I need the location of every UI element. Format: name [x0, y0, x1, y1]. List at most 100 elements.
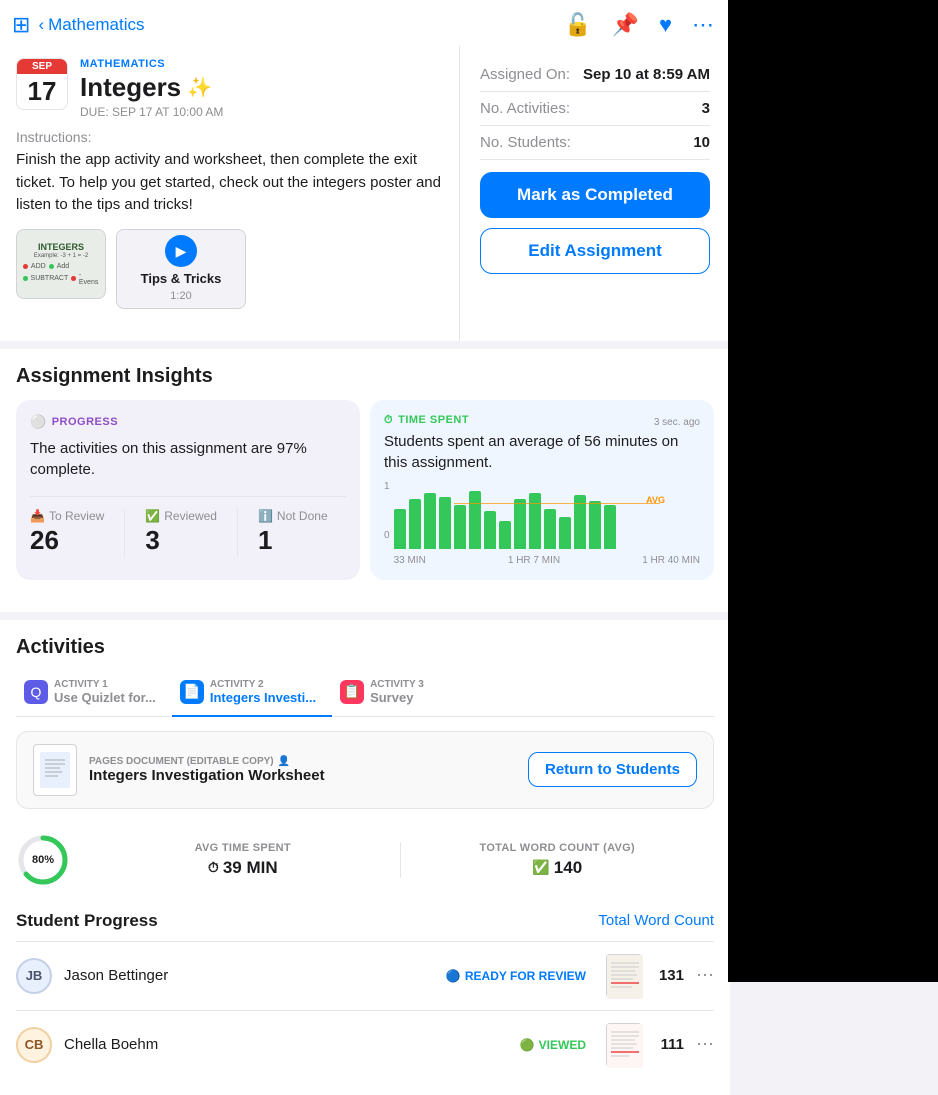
assignment-title: Integers ✨ — [80, 72, 443, 103]
more-icon[interactable]: ⋯ — [692, 12, 714, 38]
x-label-2: 1 HR 40 MIN — [642, 555, 700, 566]
bar — [409, 499, 421, 549]
doc-type: PAGES DOCUMENT (EDITABLE COPY) 👤 — [89, 756, 325, 767]
student-word-count-cb: 111 — [654, 1036, 684, 1053]
bar — [424, 493, 436, 549]
cal-day: 17 — [17, 74, 67, 109]
check-circle-icon: ✅ — [532, 859, 549, 876]
doc-name: Integers Investigation Worksheet — [89, 767, 325, 784]
tab-3-main: Survey — [370, 690, 424, 705]
edit-assignment-button[interactable]: Edit Assignment — [480, 228, 710, 274]
not-done-value: 1 — [258, 525, 328, 556]
info-icon: ℹ️ — [258, 509, 273, 523]
doc-meta: PAGES DOCUMENT (EDITABLE COPY) 👤 Integer… — [89, 756, 325, 784]
status-dot-jb: 🔵 — [446, 969, 461, 983]
back-chevron-icon: ‹ — [38, 15, 44, 35]
assignment-title-block: Mathematics Integers ✨ DUE: SEP 17 AT 10… — [80, 58, 443, 119]
mark-completed-button[interactable]: Mark as Completed — [480, 172, 710, 218]
bar — [454, 505, 466, 549]
chart-area: AVG — [394, 481, 700, 566]
avg-time-value: ⏱ 39 MIN — [102, 858, 384, 878]
word-count-value: ✅ 140 — [417, 858, 699, 878]
student-row-cb: CB Chella Boehm 🟢 VIEWED — [16, 1010, 714, 1079]
y-max: 1 — [384, 481, 390, 492]
attachments: INTEGERS Example: -3 + 1 = -2 ADD Add — [16, 229, 443, 309]
word-count-metric: TOTAL WORD COUNT (AVG) ✅ 140 — [400, 842, 715, 878]
return-to-students-button[interactable]: Return to Students — [528, 752, 697, 787]
student-more-jb[interactable]: ⋯ — [696, 965, 714, 986]
back-button[interactable]: ‹ Mathematics — [38, 15, 144, 35]
instructions-text: Finish the app activity and worksheet, t… — [16, 149, 443, 217]
activity-tab-3[interactable]: 📋 ACTIVITY 3 Survey — [332, 671, 440, 717]
bar — [394, 509, 406, 549]
stat-divider-2 — [237, 509, 238, 556]
poster-title: INTEGERS — [38, 242, 84, 252]
progress-card: ⚪ PROGRESS The activities on this assign… — [16, 400, 360, 580]
instructions-label: Instructions: — [16, 129, 443, 145]
bar — [514, 499, 526, 549]
student-word-count-jb: 131 — [654, 967, 684, 984]
video-duration: 1:20 — [170, 290, 191, 302]
status-badge-cb: 🟢 VIEWED — [512, 1035, 594, 1055]
tab-3-labels: ACTIVITY 3 Survey — [370, 679, 424, 705]
assigned-on-value: Sep 10 at 8:59 AM — [583, 66, 710, 83]
bar-chart: AVG — [394, 493, 700, 553]
lock-icon[interactable]: 🔓 — [564, 12, 591, 38]
student-avatar-cb: CB — [16, 1027, 52, 1063]
integers-poster[interactable]: INTEGERS Example: -3 + 1 = -2 ADD Add — [16, 229, 106, 299]
cal-month: SEP — [17, 59, 67, 74]
bar — [439, 497, 451, 549]
check-icon: ✅ — [145, 509, 160, 523]
word-count-label: TOTAL WORD COUNT (AVG) — [417, 842, 699, 854]
y-min: 0 — [384, 530, 390, 541]
activities-row: No. Activities: 3 — [480, 92, 710, 126]
tab-3-icon: 📋 — [340, 680, 364, 704]
pin-icon[interactable]: 📌 — [612, 12, 639, 38]
student-progress-title: Student Progress — [16, 911, 158, 931]
activity-tab-1[interactable]: Q ACTIVITY 1 Use Quizlet for... — [16, 671, 172, 717]
document-card: PAGES DOCUMENT (EDITABLE COPY) 👤 Integer… — [16, 731, 714, 809]
bar — [499, 521, 511, 549]
tab-2-sub: ACTIVITY 2 — [210, 679, 316, 690]
student-doc-thumb-cb[interactable] — [606, 1023, 642, 1067]
activity-tabs: Q ACTIVITY 1 Use Quizlet for... 📄 ACTIVI… — [16, 671, 714, 717]
student-name-cb: Chella Boehm — [64, 1036, 500, 1053]
bar — [484, 511, 496, 549]
student-doc-thumb-jb[interactable] — [606, 954, 642, 998]
tab-1-main: Use Quizlet for... — [54, 690, 156, 705]
avatar-initials-jb: JB — [26, 968, 43, 983]
to-review-value: 26 — [30, 525, 104, 556]
activity-tab-2[interactable]: 📄 ACTIVITY 2 Integers Investi... — [172, 671, 332, 717]
assignment-header: SEP 17 Mathematics Integers ✨ DUE: SEP 1… — [16, 58, 443, 119]
play-button[interactable]: ▶ — [165, 235, 197, 267]
student-progress-header: Student Progress Total Word Count — [16, 911, 714, 931]
insights-title: Assignment Insights — [16, 365, 714, 388]
sidebar-icon[interactable]: ⊞ — [12, 12, 30, 38]
bar — [604, 505, 616, 549]
insights-stats-row: 📥 To Review 26 ✅ Reviewed 3 — [30, 496, 346, 556]
due-date: DUE: SEP 17 AT 10:00 AM — [80, 105, 443, 119]
student-more-cb[interactable]: ⋯ — [696, 1034, 714, 1055]
chart-y-labels: 1 0 — [384, 481, 390, 541]
bar — [529, 493, 541, 549]
avg-label: AVG — [646, 495, 665, 505]
heart-icon[interactable]: ♥ — [659, 12, 672, 38]
bar — [589, 501, 601, 549]
x-label-1: 1 HR 7 MIN — [508, 555, 560, 566]
doc-thumbnail — [33, 744, 77, 796]
black-panel — [728, 0, 938, 982]
bar — [544, 509, 556, 549]
completion-circle: 80% — [16, 833, 70, 887]
tips-tricks-video[interactable]: ▶ Tips & Tricks 1:20 — [116, 229, 246, 309]
insights-grid: ⚪ PROGRESS The activities on this assign… — [16, 400, 714, 580]
top-nav: ⊞ ‹ Mathematics 🔓 📌 ♥ ⋯ — [0, 0, 730, 46]
avatar-initials-cb: CB — [25, 1037, 44, 1052]
doc-thumb-svg — [40, 752, 70, 788]
reviewed-label: ✅ Reviewed — [145, 509, 217, 523]
students-value: 10 — [693, 134, 710, 151]
stat-divider-1 — [124, 509, 125, 556]
progress-icon: ⚪ — [30, 414, 47, 430]
total-word-count-link[interactable]: Total Word Count — [598, 912, 714, 929]
back-label[interactable]: Mathematics — [48, 15, 144, 35]
chart-x-labels: 33 MIN 1 HR 7 MIN 1 HR 40 MIN — [394, 555, 700, 566]
